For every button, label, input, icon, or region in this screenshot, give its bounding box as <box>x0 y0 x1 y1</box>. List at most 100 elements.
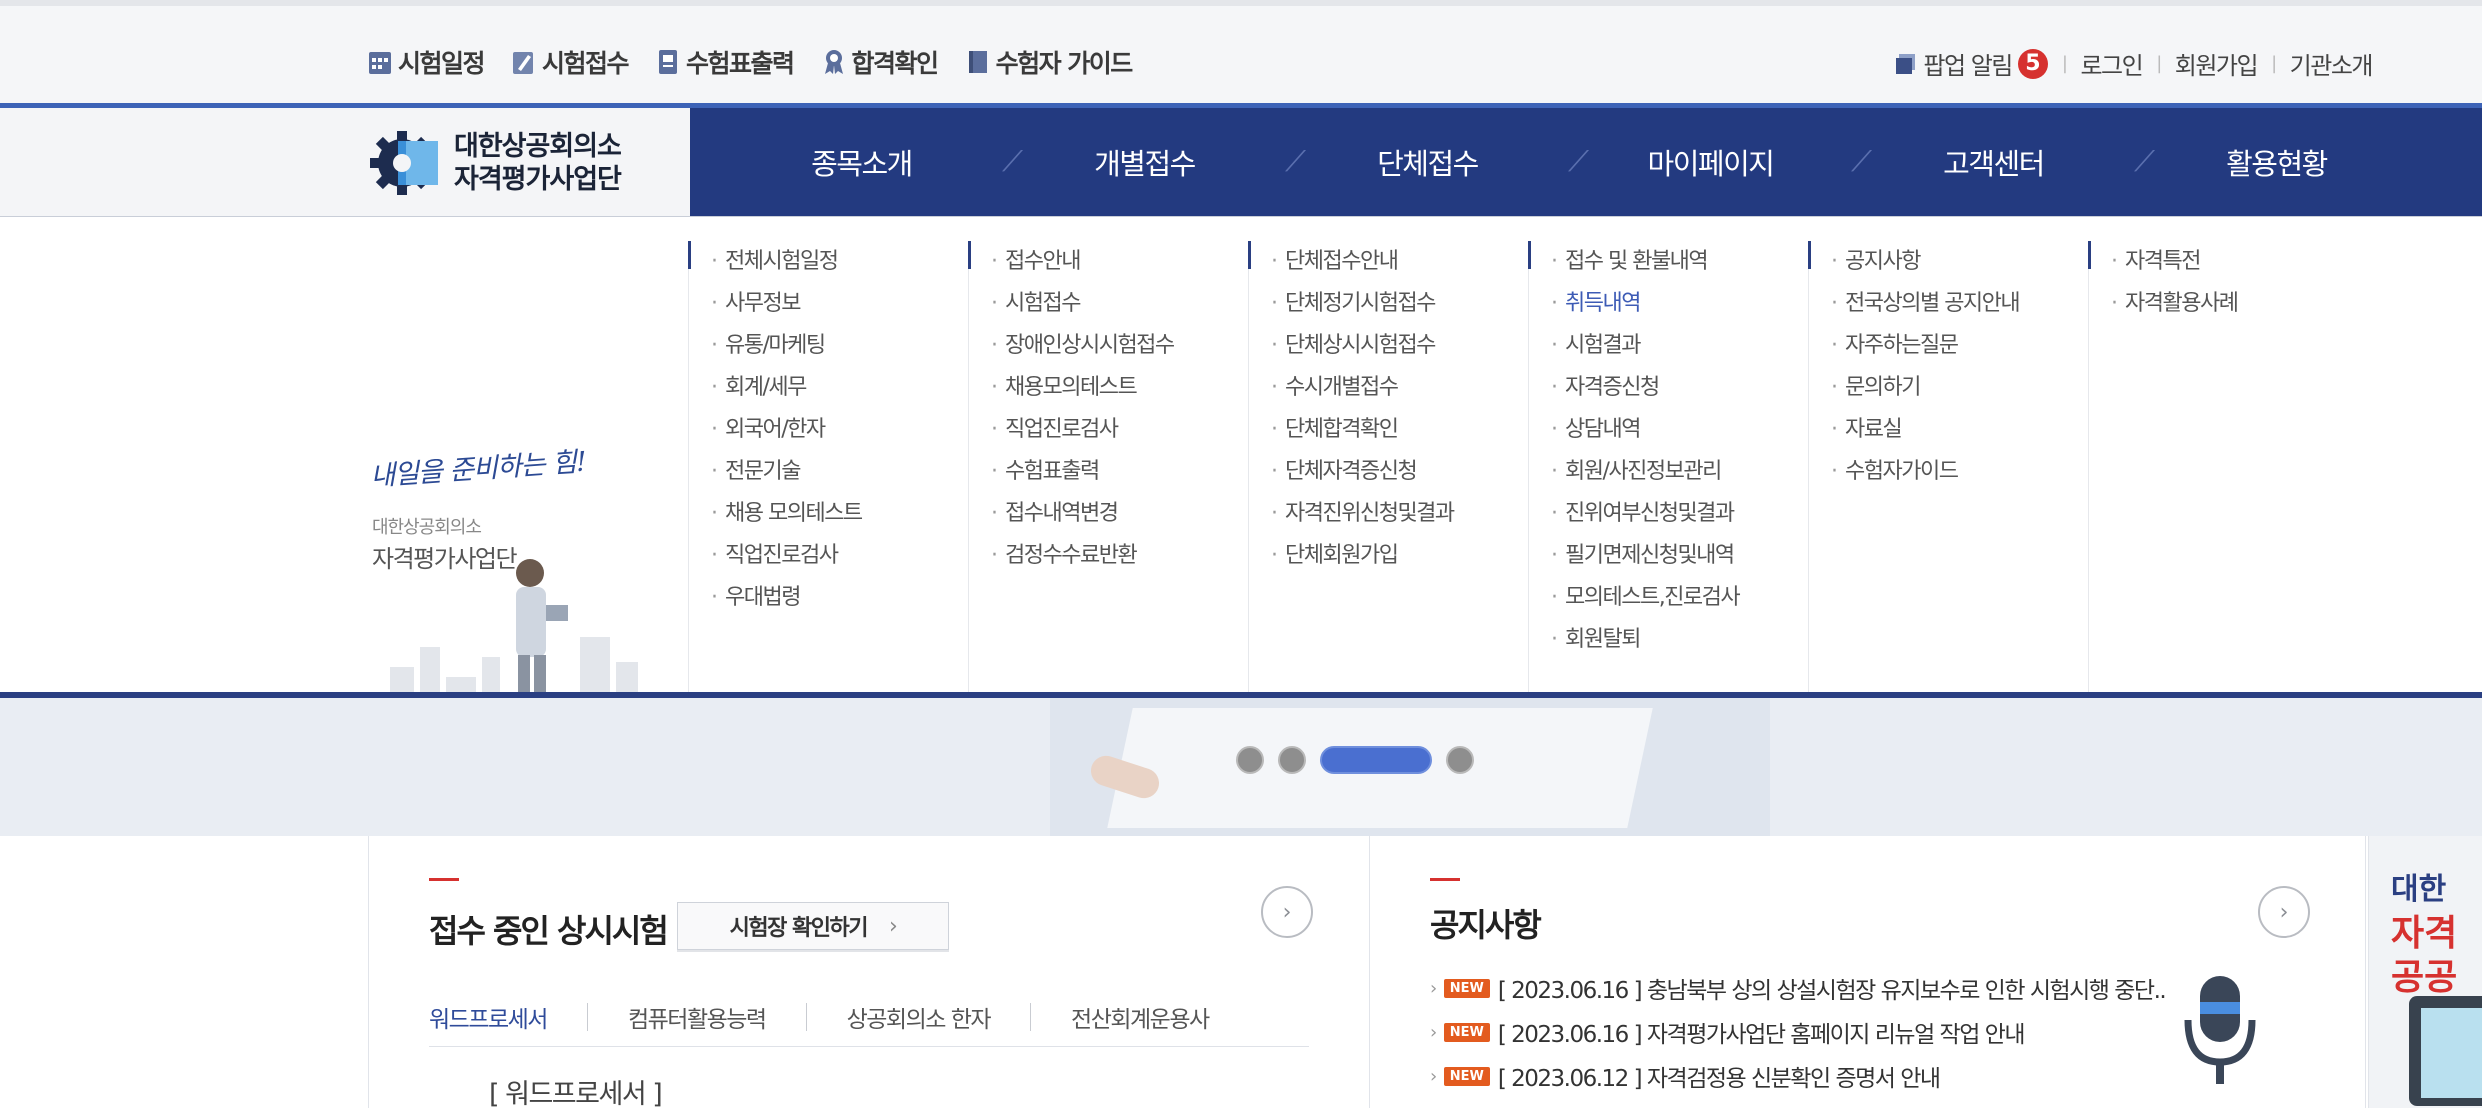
tab-divider <box>805 1003 807 1031</box>
submenu-item[interactable]: 단체접수안내 <box>1271 241 1528 283</box>
menu-item-group[interactable]: 단체접수 / <box>1286 108 1590 216</box>
submenu-item[interactable]: 자주하는질문 <box>1831 325 2088 367</box>
about-link[interactable]: 기관소개 <box>2290 46 2374 81</box>
notice-item[interactable]: › NEW [ 2023.06.16 ] 충남북부 상의 상설시험장 유지보수로… <box>1430 966 2167 1010</box>
menu-item-support[interactable]: 고객센터 / <box>1852 108 2156 216</box>
submenu-item-active[interactable]: 취득내역 <box>1551 283 1808 325</box>
submenu-item[interactable]: 진위여부신청및결과 <box>1551 493 1808 535</box>
submenu-item[interactable]: 수험자가이드 <box>1831 451 2088 493</box>
submenu-item[interactable]: 자격활용사례 <box>2111 283 2368 325</box>
menu-item-individual[interactable]: 개별접수 / <box>1003 108 1307 216</box>
submenu-item[interactable]: 전문기술 <box>711 451 968 493</box>
tab-divider <box>586 1003 588 1031</box>
submenu-item[interactable]: 채용모의테스트 <box>991 367 1248 409</box>
slider-dot-1[interactable] <box>1236 746 1264 774</box>
quick-link-print-ticket[interactable]: 수험표출력 <box>656 44 795 80</box>
submenu-item[interactable]: 접수내역변경 <box>991 493 1248 535</box>
tab-hanja[interactable]: 상공회의소 한자 <box>847 1000 992 1034</box>
tab-word-processor[interactable]: 워드프로세서 <box>429 1000 548 1034</box>
submenu-item[interactable]: 단체합격확인 <box>1271 409 1528 451</box>
submenu-item[interactable]: 전체시험일정 <box>711 241 968 283</box>
menu-item-usage[interactable]: 활용현황 <box>2135 108 2418 216</box>
submenu-item[interactable]: 수험표출력 <box>991 451 1248 493</box>
tab-accounting[interactable]: 전산회계운용사 <box>1071 1000 1210 1034</box>
submenu-item[interactable]: 회원탈퇴 <box>1551 619 1808 661</box>
exam-subtitle: [ 워드프로세서 ] <box>489 1079 663 1108</box>
site-logo[interactable]: 대한상공회의소 자격평가사업단 <box>368 130 622 196</box>
login-link[interactable]: 로그인 <box>2080 46 2143 81</box>
submenu-item[interactable]: 단체회원가입 <box>1271 535 1528 577</box>
gear-logo-icon <box>370 131 438 195</box>
submenu-item[interactable]: 접수안내 <box>991 241 1248 283</box>
separator: | <box>2061 53 2068 74</box>
quick-link-label: 시험접수 <box>542 49 630 78</box>
submenu-item[interactable]: 장애인상시시험접수 <box>991 325 1248 367</box>
monitor-screen <box>2421 1008 2482 1098</box>
submenu-item[interactable]: 자격증신청 <box>1551 367 1808 409</box>
submenu-item[interactable]: 직업진로검사 <box>711 535 968 577</box>
side-banner[interactable]: 대한 자격 공공 <box>2368 836 2482 1108</box>
submenu-item[interactable]: 단체상시시험접수 <box>1271 325 1528 367</box>
submenu-item[interactable]: 시험결과 <box>1551 325 1808 367</box>
submenu-item[interactable]: 회원/사진정보관리 <box>1551 451 1808 493</box>
submenu-item[interactable]: 모의테스트,진로검사 <box>1551 577 1808 619</box>
signup-link[interactable]: 회원가입 <box>2175 46 2259 81</box>
submenu-item[interactable]: 사무정보 <box>711 283 968 325</box>
submenu-item[interactable]: 단체정기시험접수 <box>1271 283 1528 325</box>
new-badge: NEW <box>1443 1066 1490 1086</box>
slider-dot-2[interactable] <box>1278 746 1306 774</box>
submenu-item[interactable]: 전국상의별 공지안내 <box>1831 283 2088 325</box>
submenu-item[interactable]: 직업진로검사 <box>991 409 1248 451</box>
tab-computer-skills[interactable]: 컴퓨터활용능력 <box>628 1000 767 1034</box>
submenu-item[interactable]: 공지사항 <box>1831 241 2088 283</box>
main-content: 접수 중인 상시시험 시험장 확인하기 › › 워드프로세서 컴퓨터활용능력 상… <box>368 836 2482 1108</box>
title-accent <box>429 878 459 881</box>
submenu-item[interactable]: 우대법령 <box>711 577 968 619</box>
quick-link-label: 시험일정 <box>398 49 486 78</box>
submenu-item[interactable]: 채용 모의테스트 <box>711 493 968 535</box>
submenu-item[interactable]: 상담내역 <box>1551 409 1808 451</box>
popup-window-icon <box>1896 53 1916 74</box>
venue-check-button[interactable]: 시험장 확인하기 › <box>677 902 949 950</box>
separator: | <box>2156 53 2162 74</box>
submenu-item[interactable]: 자격진위신청및결과 <box>1271 493 1528 535</box>
bullet-icon: › <box>1430 1065 1437 1087</box>
submenu-item[interactable]: 단체자격증신청 <box>1271 451 1528 493</box>
notice-item[interactable]: › NEW [ 2023.06.12 ] 자격검정용 신분확인 증명서 안내 <box>1430 1054 2165 1098</box>
quick-link-guide[interactable]: 수험자 가이드 <box>966 44 1134 80</box>
submenu-item[interactable]: 회계/세무 <box>711 367 968 409</box>
quick-link-register[interactable]: 시험접수 <box>512 44 630 80</box>
slider-dot-4[interactable] <box>1446 746 1474 774</box>
submenu-item[interactable]: 자료실 <box>1831 409 2088 451</box>
submenu-item[interactable]: 수시개별접수 <box>1271 367 1528 409</box>
submenu-col-usage: 자격특전 자격활용사례 <box>2088 241 2368 693</box>
logo-line-2: 자격평가사업단 <box>454 164 622 195</box>
submenu-item[interactable]: 접수 및 환불내역 <box>1551 241 1808 283</box>
notices-more-button[interactable]: › <box>2258 886 2310 938</box>
submenu-item[interactable]: 시험접수 <box>991 283 1248 325</box>
microphone-icon <box>2184 976 2256 1084</box>
submenu-item[interactable]: 자격특전 <box>2111 241 2368 283</box>
notice-text: [ 2023.06.16 ] 충남북부 상의 상설시험장 유지보수로 인한 시험… <box>1497 978 2167 1004</box>
ribbon-icon <box>824 50 843 74</box>
menu-item-courses[interactable]: 종목소개 / <box>720 108 1024 216</box>
submenu-item[interactable]: 외국어/한자 <box>711 409 968 451</box>
menu-label: 개별접수 <box>1094 147 1196 181</box>
menu-label: 활용현황 <box>2226 147 2328 181</box>
notices-panel: 공지사항 › › NEW [ 2023.06.16 ] 충남북부 상의 상설시험… <box>1370 836 2366 1108</box>
menu-item-mypage[interactable]: 마이페이지 / <box>1569 108 1873 216</box>
quick-link-label: 수험자 가이드 <box>995 49 1134 78</box>
submenu-item[interactable]: 문의하기 <box>1831 367 2088 409</box>
submenu-item[interactable]: 필기면제신청및내역 <box>1551 535 1808 577</box>
quick-link-pass-check[interactable]: 합격확인 <box>822 44 939 80</box>
submenu-item[interactable]: 검정수수료반환 <box>991 535 1248 577</box>
quick-link-schedule[interactable]: 시험일정 <box>368 44 486 80</box>
notice-item[interactable]: › NEW [ 2023.06.16 ] 자격평가사업단 홈페이지 리뉴얼 작업… <box>1430 1010 2165 1054</box>
submenu-col-group: 단체접수안내 단체정기시험접수 단체상시시험접수 수시개별접수 단체합격확인 단… <box>1248 241 1528 693</box>
exams-more-button[interactable]: › <box>1261 886 1313 938</box>
exam-tabs: 워드프로세서 컴퓨터활용능력 상공회의소 한자 전산회계운용사 <box>429 1000 1210 1034</box>
chevron-right-icon: › <box>2279 899 2289 925</box>
popup-alert-button[interactable]: 팝업 알림 5 <box>1895 46 2048 81</box>
submenu-item[interactable]: 유통/마케팅 <box>711 325 968 367</box>
slider-dot-3-active[interactable] <box>1320 746 1432 774</box>
